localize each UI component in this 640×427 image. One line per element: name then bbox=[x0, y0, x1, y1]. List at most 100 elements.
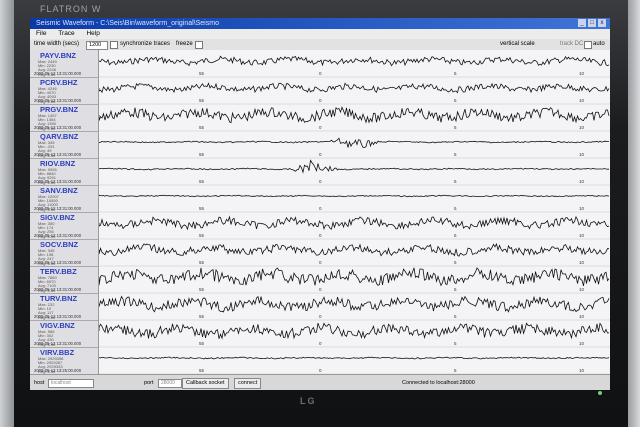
trace-timestamp: 2009-05-12 13:31:00.000 bbox=[34, 152, 82, 157]
trace-timestamp: 2009-05-12 13:31:00.000 bbox=[34, 98, 82, 103]
time-width-input[interactable]: 1200 bbox=[86, 41, 108, 50]
trace-label[interactable]: PCRV.BHZ Max: 4246 Min: 4070 Avg: 4093 Rn… bbox=[30, 77, 98, 105]
time-tick-label: 10 bbox=[579, 314, 585, 319]
freeze-checkbox[interactable] bbox=[195, 41, 203, 49]
time-tick-label: 0 bbox=[319, 287, 322, 292]
power-led bbox=[598, 391, 602, 395]
trace-label[interactable]: SANV.BNZ Max: 12007 Min: 10550 Avg: 11000… bbox=[30, 185, 98, 213]
time-width-label: time width (secs) bbox=[34, 41, 80, 47]
menu-file[interactable]: File bbox=[36, 30, 46, 37]
window-controls: _ □ x bbox=[578, 19, 606, 27]
time-tick-label: 10 bbox=[579, 287, 585, 292]
menu-trace[interactable]: Trace bbox=[58, 30, 74, 37]
time-tick-label: 10 bbox=[579, 368, 585, 373]
time-tick-label: 5 bbox=[454, 287, 457, 292]
waveform-trace bbox=[99, 159, 609, 174]
time-tick-label: 0 bbox=[319, 206, 322, 211]
trace-label[interactable]: TERV.BBZ Max: 7860 Min: 6570 Avg: 7100 Rn… bbox=[30, 266, 98, 294]
time-tick-label: 55 bbox=[199, 260, 205, 265]
time-tick-label: 0 bbox=[319, 233, 322, 238]
time-tick-label: 55 bbox=[199, 125, 205, 130]
trace-label[interactable]: QARV.BNZ Max: 345 Min: -251 Avg: 49 Rng: … bbox=[30, 131, 98, 159]
time-tick-label: 5 bbox=[454, 179, 457, 184]
time-tick-label: 55 bbox=[199, 206, 205, 211]
waveform-plot: 55 0 5 1055 0 5 1055 0 5 1055 0 5 1055 0 5 1055 0 5 1055 0 5… bbox=[99, 50, 610, 374]
trace-timestamp: 2009-05-12 13:31:00.000 bbox=[34, 287, 82, 292]
time-tick-label: 0 bbox=[319, 368, 322, 373]
trace-label[interactable]: VIGV.BNZ Max: 566 Min: 302 Avg: 430 Rng: … bbox=[30, 320, 98, 348]
maximize-button[interactable]: □ bbox=[588, 19, 596, 27]
waveform-trace bbox=[99, 322, 610, 340]
host-label: host bbox=[34, 380, 45, 386]
time-tick-label: 5 bbox=[454, 368, 457, 373]
time-tick-label: 5 bbox=[454, 71, 457, 76]
time-tick-label: 0 bbox=[319, 341, 322, 346]
connect-button[interactable]: connect bbox=[234, 378, 262, 389]
close-button[interactable]: x bbox=[598, 19, 606, 27]
connection-status: Connected to localhost:28000 bbox=[402, 380, 475, 386]
time-tick-label: 0 bbox=[319, 314, 322, 319]
trace-label[interactable]: SOCV.BNZ Max: 345 Min: 198 Avg: 247 Rng: … bbox=[30, 239, 98, 267]
trace-label[interactable]: PRGV.BNZ Max: 1457 Min: 1364 Avg: 1390 Rn… bbox=[30, 104, 98, 132]
trace-label[interactable]: PAYV.BNZ Max: 2449 Min: 2230 Avg: 2246 Rn… bbox=[30, 50, 98, 78]
time-tick-label: 10 bbox=[579, 260, 585, 265]
time-tick-label: 55 bbox=[199, 179, 205, 184]
time-tick-label: 10 bbox=[579, 179, 585, 184]
time-tick-label: 5 bbox=[454, 233, 457, 238]
waveform-trace bbox=[99, 215, 610, 231]
sync-label: synchronize traces bbox=[120, 41, 171, 47]
time-tick-label: 10 bbox=[579, 71, 585, 76]
time-tick-label: 0 bbox=[319, 260, 322, 265]
trace-label[interactable]: SIGV.BNZ Max: 350 Min: 174 Avg: 256 Rng: … bbox=[30, 212, 98, 240]
time-tick-label: 5 bbox=[454, 260, 457, 265]
waveform-trace bbox=[99, 194, 610, 198]
waveform-trace bbox=[99, 55, 610, 67]
time-tick-label: 55 bbox=[199, 287, 205, 292]
trace-label[interactable]: RIOV.BNZ Max: 9926 Min: 8840 Avg: 9251 Rn… bbox=[30, 158, 98, 186]
host-input[interactable]: localhost bbox=[48, 379, 94, 388]
time-tick-label: 55 bbox=[199, 233, 205, 238]
port-input[interactable]: 28000 bbox=[158, 379, 182, 388]
monitor-logo: LG bbox=[300, 396, 317, 406]
time-tick-label: 5 bbox=[454, 152, 457, 157]
callback-socket-button[interactable]: Callback socket bbox=[182, 378, 229, 389]
trace-timestamp: 2009-05-12 13:31:00.000 bbox=[34, 260, 82, 265]
waveform-trace bbox=[99, 106, 610, 124]
trace-timestamp: 2009-05-12 13:25:00.000 bbox=[34, 368, 82, 373]
status-bar: host localhost port 28000 Callback socke… bbox=[30, 374, 610, 390]
menu-bar: File Trace Help bbox=[30, 29, 610, 39]
monitor-brand: FLATRON W bbox=[40, 4, 102, 14]
window-titlebar: Seismic Waveform - C:\Seis\Bin\waveform_… bbox=[30, 18, 610, 29]
time-tick-label: 55 bbox=[199, 314, 205, 319]
wall-background bbox=[0, 0, 14, 427]
waveform-trace bbox=[99, 137, 610, 149]
trace-label[interactable]: VIRV.BBZ Max: 2929398 Min: 2929267 Avg: 2… bbox=[30, 347, 98, 375]
time-tick-label: 5 bbox=[454, 206, 457, 211]
time-tick-label: 5 bbox=[454, 314, 457, 319]
vertical-scale-label: vertical scale bbox=[500, 41, 535, 47]
track-dc-checkbox[interactable] bbox=[584, 41, 592, 49]
trace-timestamp: 2009-05-12 13:31:00.000 bbox=[34, 206, 82, 211]
trace-label[interactable]: TURV.BNZ Max: 232 Min: 10 Avg: 117 Rng: 5… bbox=[30, 293, 98, 321]
time-tick-label: 5 bbox=[454, 98, 457, 103]
minimize-button[interactable]: _ bbox=[578, 19, 586, 27]
time-tick-label: 10 bbox=[579, 125, 585, 130]
time-tick-label: 55 bbox=[199, 152, 205, 157]
time-tick-label: 10 bbox=[579, 206, 585, 211]
window-title: Seismic Waveform - C:\Seis\Bin\waveform_… bbox=[36, 20, 219, 27]
time-tick-label: 5 bbox=[454, 341, 457, 346]
wall-background-right bbox=[628, 0, 640, 427]
waveform-trace bbox=[99, 356, 610, 360]
trace-timestamp: 2009-05-12 13:31:00.000 bbox=[34, 314, 82, 319]
auto-label: auto bbox=[593, 41, 605, 47]
waveform-trace bbox=[99, 82, 610, 94]
time-tick-label: 55 bbox=[199, 341, 205, 346]
sync-checkbox[interactable] bbox=[110, 41, 118, 49]
menu-help[interactable]: Help bbox=[86, 30, 99, 37]
app-window: Seismic Waveform - C:\Seis\Bin\waveform_… bbox=[30, 18, 610, 390]
freeze-label: freeze bbox=[176, 41, 193, 47]
trace-timestamp: 2009-05-12 13:31:00.000 bbox=[34, 71, 82, 76]
time-tick-label: 10 bbox=[579, 98, 585, 103]
time-tick-label: 10 bbox=[579, 152, 585, 157]
time-tick-label: 0 bbox=[319, 179, 322, 184]
